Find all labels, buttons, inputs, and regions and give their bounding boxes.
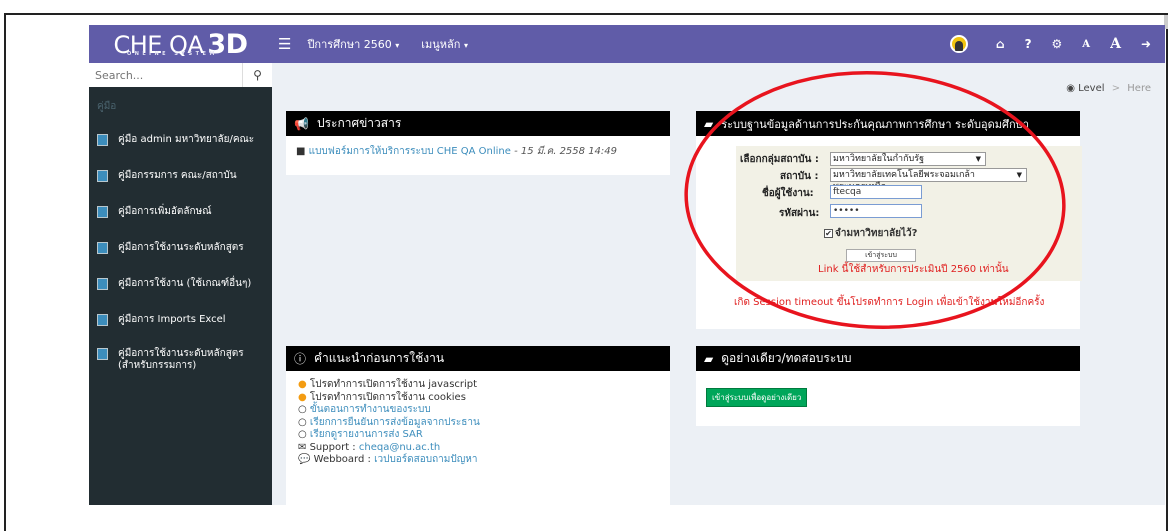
user-avatar[interactable] — [949, 35, 968, 53]
sidebar-section-label: คู่มือ — [97, 101, 117, 112]
webboard-link[interactable]: เวปบอร์ดสอบถามปัญหา — [374, 454, 477, 465]
document-icon — [97, 206, 108, 218]
document-icon — [97, 242, 108, 254]
login-note: Link นี้ใช้สำหรับการประเมินปี 2560 เท่าน… — [818, 264, 1009, 275]
login-box: ▰ ระบบฐานข้อมูลด้านการประกันคุณภาพการศึก… — [696, 111, 1082, 329]
news-link[interactable]: แบบฟอร์มการให้บริการระบบ CHE QA Online — [309, 146, 511, 157]
login-form: เลือกกลุ่มสถาบัน : มหาวิทยาลัยในกำกับรัฐ… — [736, 146, 1082, 281]
list-item[interactable]: ○ ขั้นตอนการทำงานของระบบ — [298, 404, 670, 417]
logo-subtitle: ONLINE SYSTEM — [127, 51, 218, 57]
font-large-icon[interactable]: A — [1110, 36, 1121, 52]
top-navbar: CHE QA 3D ONLINE SYSTEM ☰ ปีการศึกษา 2560… — [89, 25, 1165, 63]
sidebar-item-identity-manual[interactable]: คู่มือการเพิ่มอัตลักษณ์ — [89, 194, 272, 230]
webboard-item: 💬 Webboard : เวปบอร์ดสอบถามปัญหา — [298, 454, 478, 465]
info-icon: ⓘ — [294, 352, 307, 366]
sidebar-item-curriculum-manual[interactable]: คู่มือการใช้งานระดับหลักสูตร — [89, 230, 272, 266]
info-circle-icon: ● — [298, 391, 307, 403]
main-menu[interactable]: เมนูหลัก ▾ — [421, 35, 468, 53]
news-date: - 15 มี.ค. 2558 14:49 — [514, 146, 618, 157]
news-box-header: 📢 ประกาศข่าวสาร — [286, 111, 670, 136]
sidebar-item-admin-manual[interactable]: คู่มือ admin มหาวิทยาลัย/คณะ — [89, 122, 272, 158]
list-item[interactable]: ○ เรียกดูรายงานการส่ง SAR — [298, 429, 670, 442]
username-input[interactable]: ftecqa — [830, 185, 922, 199]
document-icon — [97, 278, 108, 290]
login-button[interactable]: เข้าสู่ระบบ — [846, 249, 916, 262]
envelope-icon: ✉ — [298, 441, 307, 453]
menu-toggle-icon[interactable]: ☰ — [278, 35, 291, 53]
demo-box: ▰ ดูอย่างเดียว/ทดสอบระบบ เข้าสู่ระบบเพื่… — [696, 346, 1080, 426]
settings-icon[interactable]: ⚙ — [1052, 37, 1063, 51]
sidebar-item-other-criteria-manual[interactable]: คู่มือการใช้งาน (ใช้เกณฑ์อื่นๆ) — [89, 266, 272, 302]
search-input[interactable] — [89, 63, 242, 87]
list-item: ● โปรดทำการเปิดการใช้งาน javascript — [298, 379, 478, 390]
guide-list: ● โปรดทำการเปิดการใช้งาน javascript ● โป… — [286, 371, 670, 467]
search-icon[interactable]: ⚲ — [242, 63, 272, 87]
navbar-right: ⌂ ? ⚙ A A ➜ — [949, 25, 1151, 63]
circle-icon: ○ — [298, 429, 307, 440]
sidebar-item-committee-manual[interactable]: คู่มือกรรมการ คณะ/สถาบัน — [89, 158, 272, 194]
dashboard-icon: ◉ — [1066, 83, 1075, 94]
circle-icon: ○ — [298, 404, 307, 415]
breadcrumb: ◉ Level > Here — [1066, 83, 1151, 94]
breadcrumb-level[interactable]: Level — [1078, 83, 1104, 94]
institution-label: สถาบัน : — [780, 171, 819, 182]
document-icon — [97, 134, 108, 146]
institution-select[interactable]: มหาวิทยาลัยเทคโนโลยีพระจอมเกล้าพระนครเหน… — [830, 168, 1027, 192]
sidebar-item-imports-excel-manual[interactable]: คู่มือการ Imports Excel — [89, 302, 272, 338]
sidebar-item-curriculum-committee-manual[interactable]: คู่มือการใช้งานระดับหลักสูตร (สำหรับกรรม… — [89, 338, 272, 382]
view-only-login-button[interactable]: เข้าสู่ระบบเพื่อดูอย่างเดียว — [706, 388, 808, 407]
sidebar-search: ⚲ — [89, 63, 272, 87]
info-circle-icon: ● — [298, 379, 307, 390]
home-icon[interactable]: ⌂ — [996, 37, 1005, 51]
remember-checkbox[interactable]: ✔ จำมหาวิทยาลัยไว้? — [824, 226, 917, 241]
list-item: ● โปรดทำการเปิดการใช้งาน cookies — [298, 391, 466, 403]
document-icon — [97, 348, 108, 360]
support-item: ✉ Support : cheqa@nu.ac.th — [298, 441, 441, 453]
institution-group-select[interactable]: มหาวิทยาลัยในกำกับรัฐ ▼ — [830, 152, 986, 166]
logout-icon[interactable]: ➜ — [1141, 37, 1151, 51]
check-icon: ✔ — [824, 228, 833, 238]
password-input[interactable]: ••••• — [830, 204, 922, 218]
help-icon[interactable]: ? — [1025, 37, 1032, 51]
session-timeout-message: เกิด Session timeout ขึ้นโปรดทำการ Login… — [734, 297, 1045, 308]
comments-icon: 💬 — [298, 454, 311, 465]
demo-box-header: ▰ ดูอย่างเดียว/ทดสอบระบบ — [696, 346, 1080, 371]
breadcrumb-here: Here — [1127, 83, 1151, 94]
book-icon: ▰ — [704, 351, 714, 366]
book-icon: ▰ — [704, 116, 714, 131]
guide-box: ⓘ คำแนะนำก่อนการใช้งาน ● โปรดทำการเปิดกา… — [286, 346, 670, 505]
document-icon — [97, 170, 108, 182]
news-box: 📢 ประกาศข่าวสาร ■ แบบฟอร์มการให้บริการระ… — [286, 111, 670, 175]
password-label: รหัสผ่าน: — [779, 208, 820, 219]
document-icon — [97, 314, 108, 326]
circle-icon: ○ — [298, 416, 307, 428]
list-item[interactable]: ○ เรียกการยืนยันการส่งข้อมูลจากประธาน — [298, 417, 670, 430]
bullhorn-icon: 📢 — [294, 116, 309, 131]
support-email-link[interactable]: cheqa@nu.ac.th — [359, 442, 440, 453]
bullet-icon: ■ — [296, 146, 306, 157]
sidebar: ⚲ คู่มือ คู่มือ admin มหาวิทยาลัย/คณะ คู… — [89, 63, 272, 505]
news-item: ■ แบบฟอร์มการให้บริการระบบ CHE QA Online… — [286, 136, 670, 167]
guide-box-header: ⓘ คำแนะนำก่อนการใช้งาน — [286, 346, 670, 371]
font-small-icon[interactable]: A — [1082, 39, 1090, 50]
login-box-header: ▰ ระบบฐานข้อมูลด้านการประกันคุณภาพการศึก… — [696, 111, 1080, 136]
year-menu[interactable]: ปีการศึกษา 2560 ▾ — [307, 35, 399, 53]
username-label: ชื่อผู้ใช้งาน: — [762, 188, 814, 199]
logo[interactable]: CHE QA 3D ONLINE SYSTEM — [89, 25, 272, 63]
group-label: เลือกกลุ่มสถาบัน : — [740, 154, 819, 165]
